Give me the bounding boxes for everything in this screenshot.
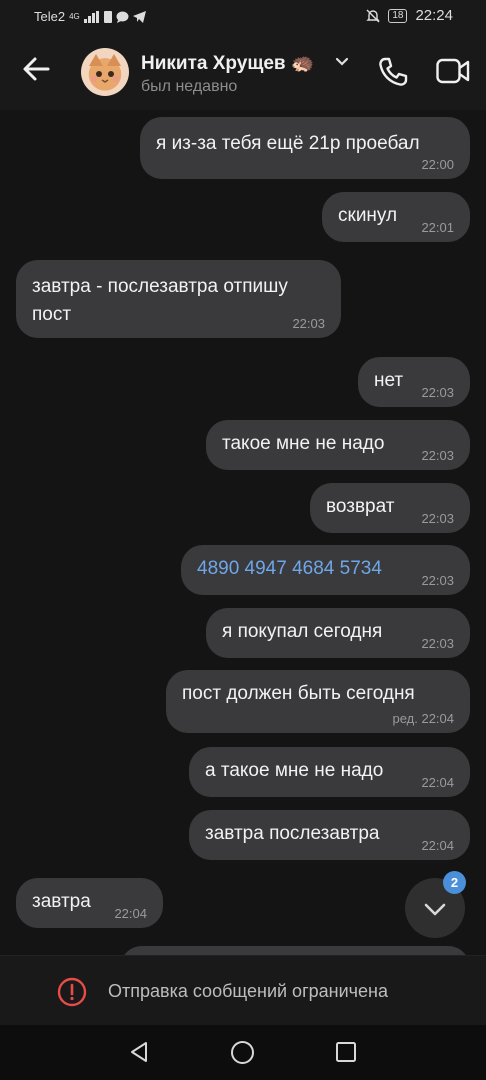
message-outgoing[interactable]: скинул 22:01: [322, 192, 470, 242]
message-time: 22:01: [421, 220, 454, 235]
message-incoming[interactable]: завтра 22:04: [16, 878, 163, 928]
message-outgoing[interactable]: а такое мне не надо 22:04: [189, 747, 470, 797]
message-time: 22:03: [421, 385, 454, 400]
message-text: нет: [374, 370, 404, 391]
contact-name[interactable]: Никита Хрущев 🦔: [141, 51, 315, 75]
message-incoming[interactable]: завтра - послезавтра отпишу пост 22:03: [16, 260, 341, 338]
contact-name-text: Никита Хрущев: [141, 53, 286, 74]
chat-notification-icon: [116, 11, 129, 23]
message-text: я покупал сегодня: [222, 621, 383, 642]
message-time: 22:04: [421, 838, 454, 853]
avatar[interactable]: [81, 48, 129, 96]
status-right: 18 22:24: [366, 7, 453, 24]
system-nav-bar: [0, 1025, 486, 1080]
message-list[interactable]: я из-за тебя ещё 21р проебал 22:00 скину…: [0, 110, 486, 955]
hedgehog-emoji: 🦔: [290, 53, 315, 74]
phone-icon[interactable]: [377, 56, 409, 88]
battery-icon: 18: [388, 8, 408, 23]
message-text: возврат: [326, 496, 395, 517]
signal-icon: [83, 10, 99, 23]
message-outgoing[interactable]: пост должен быть сегодня ред. 22:04: [166, 670, 470, 733]
message-text: а такое мне не надо: [205, 760, 384, 781]
warning-icon: [57, 977, 87, 1007]
last-seen-status: был недавно: [141, 78, 238, 95]
message-text: такое мне не надо: [222, 433, 385, 454]
message-time: 22:03: [421, 511, 454, 526]
unread-count-badge: 2: [443, 871, 466, 894]
message-outgoing[interactable]: нет 22:03: [358, 357, 470, 407]
nav-back-icon[interactable]: [127, 1040, 151, 1064]
clock: 22:24: [415, 7, 453, 24]
message-text: я из-за тебя ещё 21р проебал: [156, 133, 420, 154]
mute-icon: [366, 9, 381, 22]
message-outgoing[interactable]: я из-за тебя ещё 21р проебал 22:00: [140, 117, 470, 179]
message-time: 22:00: [421, 157, 454, 172]
carrier-label: Tele2: [34, 9, 66, 24]
network-label: 4G: [69, 12, 80, 21]
message-time: 22:04: [421, 775, 454, 790]
message-time: 22:03: [421, 448, 454, 463]
message-text: пост должен быть сегодня: [182, 683, 415, 704]
message-text: скинул: [338, 205, 398, 226]
telegram-icon: [132, 10, 146, 23]
status-left: Tele2 4G: [34, 9, 146, 24]
video-call-icon[interactable]: [436, 58, 470, 84]
back-arrow-icon[interactable]: [22, 54, 52, 84]
sim-icon: [103, 10, 112, 23]
message-time: 22:04: [114, 906, 147, 921]
message-text: завтра - послезавтра отпишу пост: [32, 276, 288, 325]
cat-face-icon: [91, 71, 119, 83]
message-time: 22:03: [292, 316, 325, 331]
message-text: завтра: [32, 891, 91, 912]
message-outgoing[interactable]: возврат 22:03: [310, 483, 470, 533]
message-outgoing[interactable]: я покупал сегодня 22:03: [206, 608, 470, 658]
message-time: 22:03: [421, 573, 454, 588]
message-outgoing[interactable]: такое мне не надо 22:03: [206, 420, 470, 470]
status-bar: Tele2 4G 18 22:24: [0, 0, 486, 34]
messaging-restricted-bar: Отправка сообщений ограничена: [0, 955, 486, 1026]
chat-header: Никита Хрущев 🦔 был недавно: [0, 34, 486, 110]
message-outgoing[interactable]: завтра послезавтра 22:04: [189, 810, 470, 860]
nav-home-icon[interactable]: [230, 1040, 255, 1065]
message-text: завтра послезавтра: [205, 823, 380, 844]
restriction-text: Отправка сообщений ограничена: [108, 981, 388, 1001]
message-outgoing[interactable]: 4890 4947 4684 5734 22:03: [181, 545, 470, 595]
nav-recents-icon[interactable]: [335, 1041, 357, 1063]
chevron-down-icon[interactable]: [334, 54, 350, 70]
message-time: ред. 22:04: [392, 711, 454, 726]
card-number-link[interactable]: 4890 4947 4684 5734: [197, 555, 382, 583]
message-time: 22:03: [421, 636, 454, 651]
message-outgoing-partial[interactable]: [120, 946, 470, 955]
